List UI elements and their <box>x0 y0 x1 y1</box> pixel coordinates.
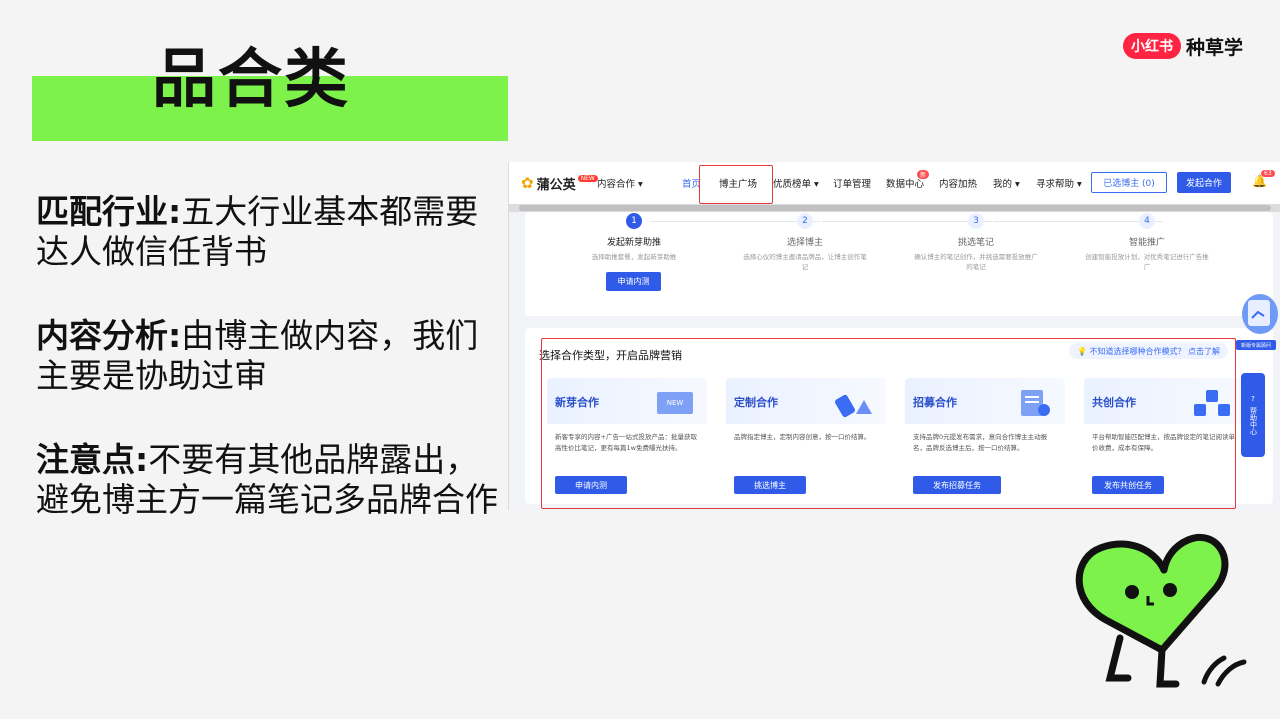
brand-name: 蒲公英 <box>536 177 576 193</box>
start-coop-button[interactable]: 发起合作 <box>1177 172 1231 193</box>
step-desc: 确认博主的笔记创作，并挑选需要投放推广的笔记 <box>914 253 1038 271</box>
shapes-icon <box>835 394 872 418</box>
brand[interactable]: ✿ 蒲公英 NEW <box>521 174 598 193</box>
heart-mascot <box>1075 534 1247 688</box>
dandelion-icon: ✿ <box>521 174 534 192</box>
step-number: 3 <box>968 213 984 229</box>
coop-head: 共创合作 <box>1084 378 1244 424</box>
logo-badge: 小红书 <box>1123 33 1181 59</box>
logo-text: 种草学 <box>1186 36 1244 59</box>
scrollbar-thumb[interactable] <box>519 205 1271 211</box>
step-desc: 选择心仪的博主邀请品牌品，让博主创作笔记 <box>743 253 867 271</box>
coop-desc: 新客专享的内容+广告一站式投放产品：批量获取高性价比笔记，更有每篇1w免费曝光扶… <box>555 433 697 452</box>
apply-test-button[interactable]: 申请内测 <box>606 272 661 291</box>
notification-count: 63 <box>1261 170 1275 177</box>
help-center-label: 帮助中心 <box>1249 407 1258 435</box>
step-2: 2 选择博主 选择心仪的博主邀请品牌品，让博主创作笔记 <box>720 212 890 272</box>
brand-new-tag: NEW <box>577 174 598 182</box>
step-number: 1 <box>626 213 642 229</box>
coop-help-link[interactable]: 💡 不知道选择哪种合作模式？ 点击了解 <box>1069 343 1229 359</box>
coop-desc: 支持品牌0元提发布需求，意向合作博主主动报名，品牌反选博主后，按一口价结算。 <box>913 433 1048 452</box>
nav-quality-rank[interactable]: 优质榜单 ▾ <box>773 176 819 190</box>
step-title: 挑选笔记 <box>957 238 994 248</box>
publish-cocreate-button[interactable]: 发布共创任务 <box>1092 476 1164 494</box>
step-desc: 选择助推套餐，发起新芽助推 <box>591 253 677 261</box>
xiaohongshu-logo: 小红书 种草学 <box>1123 33 1243 59</box>
step-1: 1 发起新芽助推 选择助推套餐，发起新芽助推 <box>549 212 719 262</box>
coop-head: 定制合作 <box>726 378 886 424</box>
nav-help[interactable]: 寻求帮助 ▾ <box>1036 176 1082 190</box>
new-badge-icon: NEW <box>657 392 693 414</box>
step-number: 4 <box>1139 213 1155 229</box>
point-industry: 匹配行业:五大行业基本都需要达人做信任背书 <box>36 192 506 272</box>
help-center-button[interactable]: ? 帮助中心 <box>1241 373 1265 457</box>
step-title: 发起新芽助推 <box>606 238 661 248</box>
point-label: 内容分析: <box>36 316 182 355</box>
advisor-label[interactable]: 新版专属顾问 <box>1236 340 1276 350</box>
step-number: 2 <box>797 213 813 229</box>
coop-item-cocreate: 共创合作 平台帮助智能匹配博主，按品牌设定的笔记阅读单价收费，成本有保障。 发布… <box>1084 378 1244 502</box>
coop-name: 共创合作 <box>1092 396 1136 409</box>
step-title: 智能推广 <box>1128 238 1165 248</box>
horizontal-scrollbar[interactable] <box>509 204 1280 212</box>
apply-test-button[interactable]: 申请内测 <box>555 476 627 494</box>
coop-name: 招募合作 <box>913 396 957 409</box>
step-desc: 创建智能投放计划，对优秀笔记进行广告推广 <box>1085 253 1209 271</box>
top-navigation: ✿ 蒲公英 NEW 内容合作 ▾ 首页 博主广场 优质榜单 ▾ 订单管理 数据中… <box>509 162 1280 204</box>
nav-content-boost[interactable]: 内容加热 <box>939 176 977 190</box>
new-badge-text: NEW <box>667 399 684 407</box>
coop-desc: 平台帮助智能匹配博主，按品牌设定的笔记阅读单价收费，成本有保障。 <box>1092 433 1235 452</box>
slide-title: 品合类 <box>152 43 350 117</box>
platform-screenshot: ✿ 蒲公英 NEW 内容合作 ▾ 首页 博主广场 优质榜单 ▾ 订单管理 数据中… <box>508 162 1280 510</box>
data-center-badge: 新 <box>917 170 930 179</box>
coop-item-custom: 定制合作 品牌指定博主，定制内容创意，按一口价结算。 挑选博主 <box>726 378 886 502</box>
publish-recruit-button[interactable]: 发布招募任务 <box>913 476 1001 494</box>
point-content: 内容分析:由博主做内容，我们主要是协助过审 <box>36 316 506 396</box>
network-icon <box>1194 390 1230 416</box>
selected-bloggers-button[interactable]: 已选博主 (0) <box>1091 172 1167 193</box>
step-3: 3 挑选笔记 确认博主的笔记创作，并挑选需要投放推广的笔记 <box>891 212 1061 272</box>
point-notice: 注意点:不要有其他品牌露出，避免博主方一篇笔记多品牌合作 <box>36 440 506 520</box>
coop-type-card: 选择合作类型，开启品牌营销 💡 不知道选择哪种合作模式？ 点击了解 新芽合作 N… <box>525 328 1273 504</box>
point-label: 匹配行业: <box>36 192 182 231</box>
coop-desc: 品牌指定博主，定制内容创意，按一口价结算。 <box>734 433 871 441</box>
point-label: 注意点: <box>36 440 149 479</box>
coop-head: 新芽合作 NEW <box>547 378 707 424</box>
bulb-icon: 💡 <box>1077 346 1090 356</box>
key-points: 匹配行业:五大行业基本都需要达人做信任背书 内容分析:由博主做内容，我们主要是协… <box>36 192 506 564</box>
coop-head: 招募合作 <box>905 378 1065 424</box>
nav-content-coop[interactable]: 内容合作 ▾ <box>597 176 643 190</box>
coop-help-text: 不知道选择哪种合作模式？ 点击了解 <box>1089 346 1221 356</box>
pick-blogger-button[interactable]: 挑选博主 <box>734 476 806 494</box>
step-title: 选择博主 <box>786 238 823 248</box>
coop-section-title: 选择合作类型，开启品牌营销 <box>539 349 682 362</box>
coop-item-sprout: 新芽合作 NEW 新客专享的内容+广告一站式投放产品：批量获取高性价比笔记，更有… <box>547 378 707 502</box>
nav-mine[interactable]: 我的 ▾ <box>993 176 1020 190</box>
steps-card: 1 发起新芽助推 选择助推套餐，发起新芽助推 2 选择博主 选择心仪的博主邀请品… <box>525 212 1273 316</box>
question-icon: ? <box>1251 395 1255 403</box>
coop-name: 新芽合作 <box>555 396 599 409</box>
step-4: 4 智能推广 创建智能投放计划，对优秀笔记进行广告推广 <box>1062 212 1232 272</box>
nav-orders[interactable]: 订单管理 <box>833 176 871 190</box>
coop-name: 定制合作 <box>734 396 778 409</box>
clipboard-icon <box>1021 390 1050 416</box>
coop-item-recruit: 招募合作 支持品牌0元提发布需求，意向合作博主主动报名，品牌反选博主后，按一口价… <box>905 378 1065 502</box>
advisor-icon[interactable] <box>1234 282 1278 338</box>
highlight-box-nav <box>699 165 773 204</box>
